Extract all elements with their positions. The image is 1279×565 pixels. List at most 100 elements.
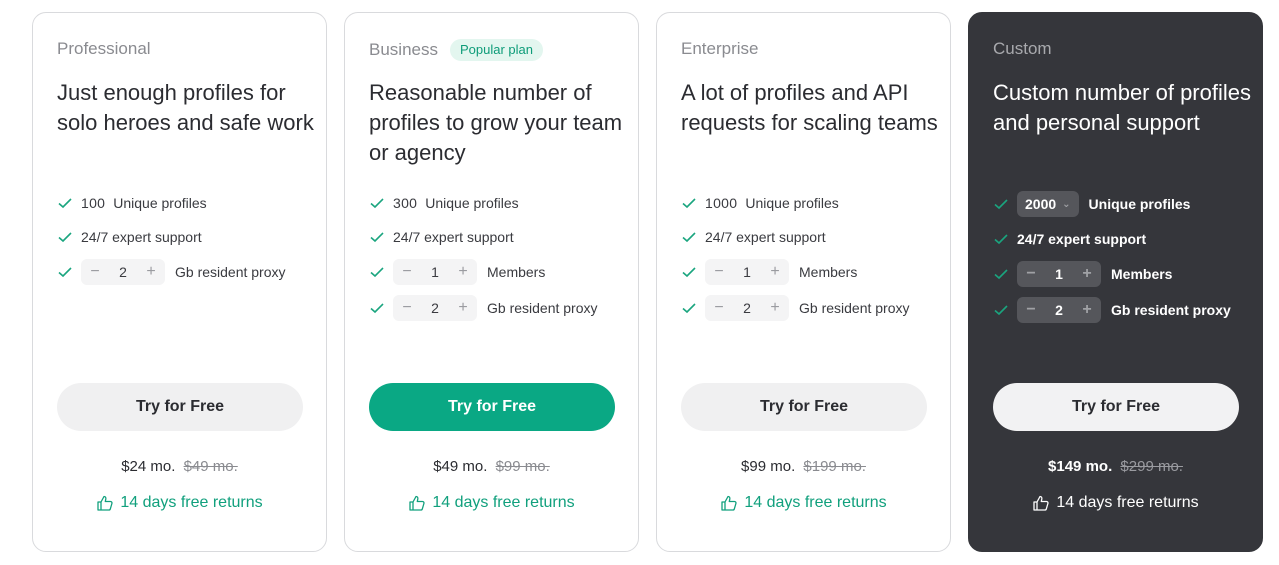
- plus-icon[interactable]: +: [763, 295, 787, 321]
- plan-headline: A lot of profiles and API requests for s…: [681, 80, 938, 135]
- try-for-free-button[interactable]: Try for Free: [993, 383, 1239, 431]
- minus-icon[interactable]: −: [395, 295, 419, 321]
- free-returns-link[interactable]: 14 days free returns: [657, 494, 950, 512]
- plan-name-text: Enterprise: [681, 39, 759, 58]
- price: $99 mo. $199 mo.: [657, 458, 950, 475]
- profiles-count: 100: [81, 195, 106, 211]
- plus-icon[interactable]: +: [763, 259, 787, 285]
- members-value: 1: [1055, 266, 1063, 282]
- feature-profiles: 2000 ⌄ Unique profiles: [993, 190, 1190, 218]
- members-label: Members: [1111, 266, 1173, 282]
- thumbs-up-icon: [720, 494, 738, 512]
- plus-icon[interactable]: +: [451, 295, 475, 321]
- current-price: $149 mo.: [1048, 458, 1113, 475]
- profiles-label: Unique profiles: [745, 195, 839, 211]
- current-price: $49 mo.: [433, 458, 488, 475]
- plan-name: Professional: [57, 39, 151, 59]
- chevron-down-icon: ⌄: [1062, 198, 1071, 210]
- check-icon: [57, 195, 73, 211]
- plan-name: Enterprise: [681, 39, 758, 59]
- plan-headline: Custom number of profiles and personal s…: [993, 80, 1251, 135]
- minus-icon[interactable]: −: [707, 259, 731, 285]
- price: $24 mo. $49 mo.: [33, 458, 326, 475]
- current-price: $99 mo.: [741, 458, 796, 475]
- price: $149 mo. $299 mo.: [969, 458, 1262, 475]
- free-returns-link[interactable]: 14 days free returns: [345, 494, 638, 512]
- plan-card-professional: Professional Just enough profiles for so…: [32, 12, 327, 552]
- feature-support: 24/7 expert support: [993, 225, 1146, 253]
- members-stepper: − 1 +: [393, 259, 477, 285]
- plan-card-custom: Custom Custom number of profiles and per…: [968, 12, 1263, 552]
- feature-support: 24/7 expert support: [369, 223, 514, 251]
- profiles-label: Unique profiles: [1088, 196, 1191, 212]
- feature-proxy: − 2 + Gb resident proxy: [681, 294, 910, 322]
- plan-headline: Reasonable number of profiles to grow yo…: [369, 80, 623, 165]
- plan-name: Custom: [993, 39, 1052, 59]
- plus-icon[interactable]: +: [451, 259, 475, 285]
- feature-proxy: − 2 + Gb resident proxy: [993, 296, 1231, 324]
- thumbs-up-icon: [408, 494, 426, 512]
- profiles-label: Unique profiles: [113, 195, 207, 211]
- check-icon: [369, 195, 385, 211]
- members-value: 1: [743, 264, 751, 280]
- profiles-count: 2000: [1025, 196, 1057, 212]
- try-for-free-button[interactable]: Try for Free: [57, 383, 303, 431]
- feature-profiles: 100 Unique profiles: [57, 189, 207, 217]
- current-price: $24 mo.: [121, 458, 176, 475]
- profiles-count: 1000: [705, 195, 738, 211]
- proxy-value: 2: [1055, 302, 1063, 318]
- profiles-dropdown[interactable]: 2000 ⌄: [1017, 191, 1079, 217]
- free-returns-link[interactable]: 14 days free returns: [969, 494, 1262, 512]
- free-returns-link[interactable]: 14 days free returns: [33, 494, 326, 512]
- returns-label: 14 days free returns: [744, 494, 887, 511]
- check-icon: [993, 231, 1009, 247]
- feature-members: − 1 + Members: [681, 258, 857, 286]
- old-price: $199 mo.: [803, 458, 866, 475]
- feature-support: 24/7 expert support: [681, 223, 826, 251]
- minus-icon[interactable]: −: [1019, 261, 1043, 287]
- returns-label: 14 days free returns: [1056, 494, 1199, 511]
- proxy-stepper: − 2 +: [1017, 297, 1101, 323]
- proxy-value: 2: [743, 300, 751, 316]
- plan-headline: Just enough profiles for solo heroes and…: [57, 80, 314, 135]
- proxy-stepper: − 2 +: [393, 295, 477, 321]
- try-for-free-button[interactable]: Try for Free: [681, 383, 927, 431]
- check-icon: [369, 300, 385, 316]
- proxy-label: Gb resident proxy: [799, 300, 910, 316]
- proxy-value: 2: [119, 264, 127, 280]
- proxy-value: 2: [431, 300, 439, 316]
- feature-profiles: 300 Unique profiles: [369, 189, 519, 217]
- feature-proxy: − 2 + Gb resident proxy: [369, 294, 598, 322]
- plan-card-business: Business Popular plan Reasonable number …: [344, 12, 639, 552]
- plus-icon[interactable]: +: [1075, 297, 1099, 323]
- minus-icon[interactable]: −: [83, 259, 107, 285]
- support-label: 24/7 expert support: [81, 229, 202, 245]
- proxy-stepper: − 2 +: [81, 259, 165, 285]
- price: $49 mo. $99 mo.: [345, 458, 638, 475]
- popular-plan-badge: Popular plan: [449, 39, 543, 61]
- feature-support: 24/7 expert support: [57, 223, 202, 251]
- support-label: 24/7 expert support: [393, 229, 514, 245]
- check-icon: [681, 300, 697, 316]
- feature-profiles: 1000 Unique profiles: [681, 189, 839, 217]
- plus-icon[interactable]: +: [1075, 261, 1099, 287]
- check-icon: [369, 264, 385, 280]
- old-price: $299 mo.: [1120, 458, 1183, 475]
- profiles-label: Unique profiles: [425, 195, 519, 211]
- feature-proxy: − 2 + Gb resident proxy: [57, 258, 286, 286]
- returns-label: 14 days free returns: [120, 494, 263, 511]
- minus-icon[interactable]: −: [707, 295, 731, 321]
- plus-icon[interactable]: +: [139, 259, 163, 285]
- members-stepper: − 1 +: [1017, 261, 1101, 287]
- minus-icon[interactable]: −: [1019, 297, 1043, 323]
- thumbs-up-icon: [1032, 494, 1050, 512]
- members-stepper: − 1 +: [705, 259, 789, 285]
- proxy-label: Gb resident proxy: [175, 264, 286, 280]
- members-label: Members: [487, 264, 546, 280]
- old-price: $49 mo.: [183, 458, 238, 475]
- old-price: $99 mo.: [495, 458, 550, 475]
- try-for-free-button[interactable]: Try for Free: [369, 383, 615, 431]
- returns-label: 14 days free returns: [432, 494, 575, 511]
- feature-members: − 1 + Members: [993, 260, 1172, 288]
- minus-icon[interactable]: −: [395, 259, 419, 285]
